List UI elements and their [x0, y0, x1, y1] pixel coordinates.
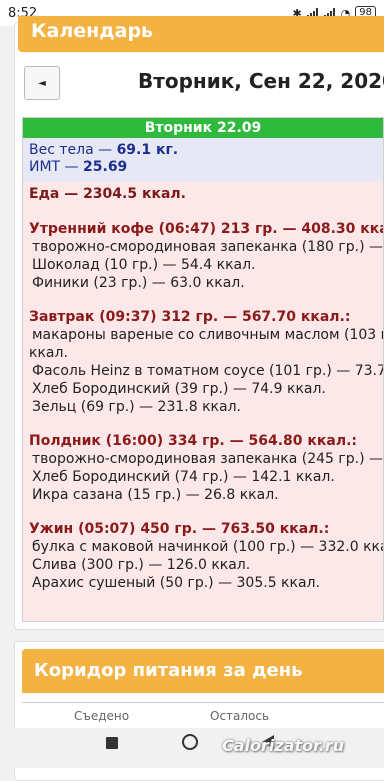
meal-item: Арахис сушеный (50 гр.) — 305.5 ккал. [32, 575, 320, 591]
corridor-header: Коридор питания за день [22, 649, 384, 693]
meal-afternoon-snack: Полдник (16:00) 334 гр. — 564.80 ккал.: … [29, 432, 383, 504]
date-nav: ◄ Вторник, Сен 22, 2020 [24, 66, 384, 100]
column-remaining: Осталось [210, 709, 270, 723]
prev-day-button[interactable]: ◄ [24, 66, 60, 100]
meal-item-continued: ккал. [29, 345, 68, 361]
food-total: Еда — 2304.5 ккал. [29, 186, 186, 202]
home-icon[interactable] [182, 734, 198, 750]
meal-item: Слива (300 гр.) — 126.0 ккал. [32, 557, 251, 573]
meal-item: Финики (23 гр.) — 63.0 ккал. [32, 275, 245, 291]
meal-breakfast: Завтрак (09:37) 312 гр. — 567.70 ккал.: … [29, 308, 383, 416]
calendar-header: Календарь [18, 16, 384, 52]
weight-value: 69.1 кг. [116, 142, 179, 158]
meal-item: Хлеб Бородинский (74 гр.) — 142.1 ккал. [32, 469, 335, 485]
date-title: Вторник, Сен 22, 2020 [138, 69, 384, 93]
weight-label: Вес тела — [29, 142, 117, 158]
day-bar: Вторник 22.09 [23, 118, 383, 138]
weight-row: Вес тела — 69.1 кг. [29, 142, 377, 159]
watermark: Calorizator.ru [222, 736, 345, 755]
meal-item: Икра сазана (15 гр.) — 26.8 ккал. [32, 487, 279, 503]
meal-morning-coffee: Утренний кофе (06:47) 213 гр. — 408.30 к… [29, 220, 383, 292]
column-eaten: Съедено [74, 709, 130, 723]
meal-item: творожно-смородиновая запеканка (180 гр.… [32, 239, 383, 255]
day-summary: Вторник 22.09 Вес тела — 69.1 кг. ИМТ — … [22, 117, 384, 622]
meals-list: Еда — 2304.5 ккал. Утренний кофе (06:47)… [23, 181, 383, 592]
bmi-row: ИМТ — 25.69 [29, 159, 377, 176]
meal-dinner: Ужин (05:07) 450 гр. — 763.50 ккал.: бул… [29, 520, 383, 592]
meal-title[interactable]: Ужин (05:07) 450 гр. — 763.50 ккал.: [29, 520, 383, 538]
meal-item: творожно-смородиновая запеканка (245 гр.… [32, 451, 383, 467]
meal-item: макароны вареные со сливочным маслом (10… [32, 327, 383, 343]
body-stats: Вес тела — 69.1 кг. ИМТ — 25.69 [23, 138, 383, 181]
bmi-value: 25.69 [83, 159, 128, 175]
arrow-left-icon: ◄ [38, 77, 46, 89]
meal-item: Зельц (69 гр.) — 231.8 ккал. [32, 399, 241, 415]
bmi-label: ИМТ — [29, 159, 84, 175]
meal-title[interactable]: Завтрак (09:37) 312 гр. — 567.70 ккал.: [29, 308, 383, 326]
meal-title[interactable]: Утренний кофе (06:47) 213 гр. — 408.30 к… [29, 220, 383, 238]
recent-apps-icon[interactable] [106, 737, 118, 749]
meal-item: Шоколад (10 гр.) — 54.4 ккал. [32, 257, 256, 273]
meal-item: Хлеб Бородинский (39 гр.) — 74.9 ккал. [32, 381, 326, 397]
meal-title[interactable]: Полдник (16:00) 334 гр. — 564.80 ккал.: [29, 432, 383, 450]
meal-item: булка с маковой начинкой (100 гр.) — 332… [32, 539, 384, 555]
meal-item: Фасоль Heinz в томатном соусе (101 гр.) … [32, 363, 384, 379]
